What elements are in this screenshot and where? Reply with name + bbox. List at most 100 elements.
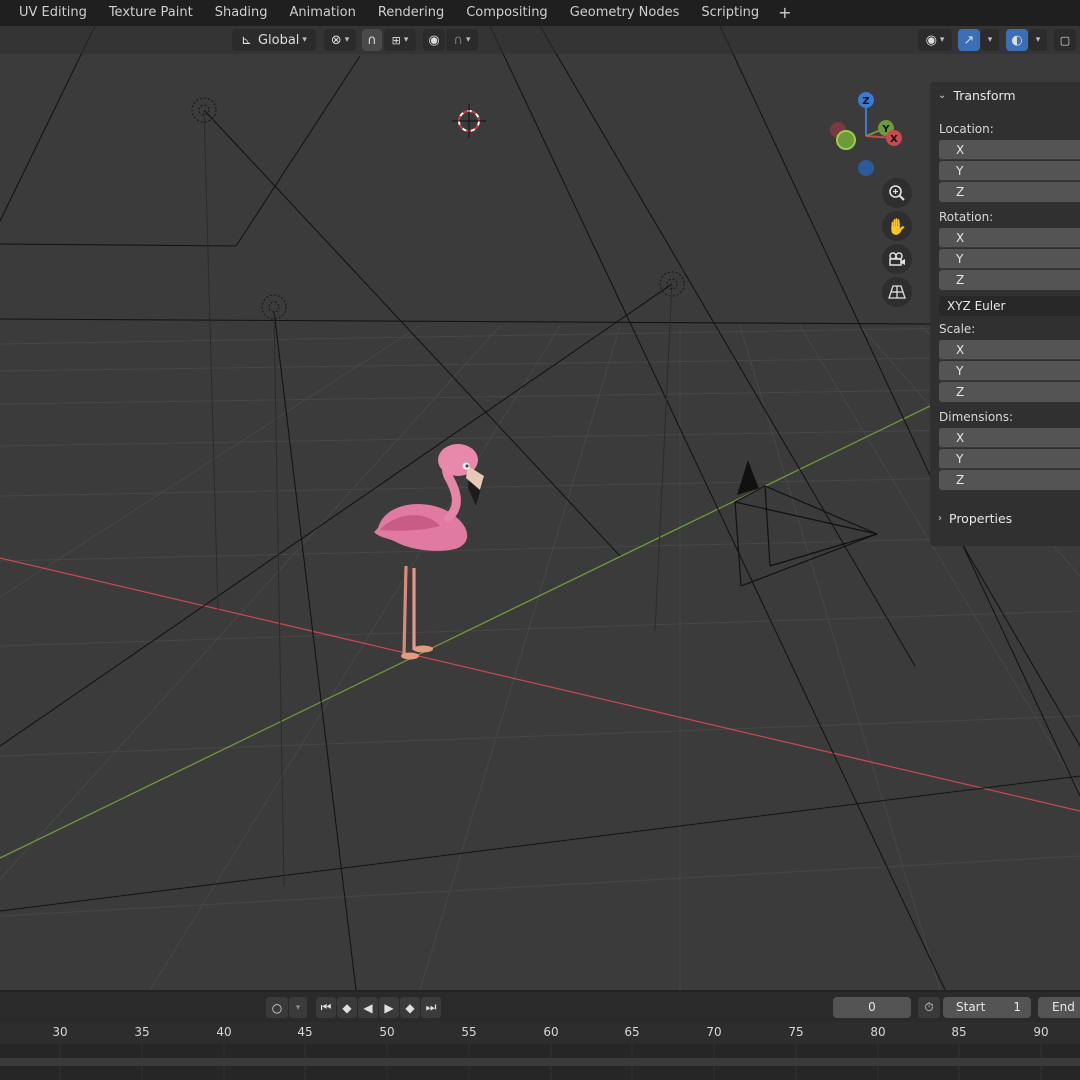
- tab-animation[interactable]: Animation: [279, 0, 367, 26]
- chevron-down-icon: ▾: [987, 35, 993, 45]
- jump-prev-keyframe-button[interactable]: ◆: [337, 997, 357, 1018]
- location-x-field[interactable]: X: [939, 140, 1080, 160]
- falloff-curve-icon: ∩: [453, 32, 463, 48]
- pivot-point-dropdown[interactable]: ⊗ ▾: [324, 29, 356, 51]
- scale-z-field[interactable]: Z: [939, 382, 1080, 402]
- ruler-tick: 50: [379, 1025, 395, 1039]
- chevron-down-icon: ▾: [295, 1002, 301, 1013]
- ruler-tick: 30: [52, 1025, 68, 1039]
- 3d-cursor-icon: [452, 104, 486, 138]
- ruler-tick: 55: [461, 1025, 477, 1039]
- rotation-z-field[interactable]: Z: [939, 270, 1080, 290]
- gizmo-toggle-button[interactable]: ↗: [958, 29, 980, 51]
- tab-uv-editing[interactable]: UV Editing: [0, 0, 98, 26]
- keying-options-dropdown[interactable]: ▾: [289, 997, 307, 1018]
- pan-button[interactable]: ✋: [882, 211, 912, 241]
- start-frame-field[interactable]: Start 1: [943, 997, 1031, 1018]
- current-frame-field[interactable]: 0: [833, 997, 911, 1018]
- play-button[interactable]: ▶: [379, 997, 399, 1018]
- rotation-x-field[interactable]: X: [939, 228, 1080, 248]
- jump-to-start-button[interactable]: ⏮: [316, 997, 336, 1018]
- scale-y-field[interactable]: Y: [939, 361, 1080, 381]
- play-reverse-icon: ◀: [363, 1000, 373, 1015]
- properties-panel-header[interactable]: › Properties: [938, 508, 1012, 530]
- rotation-mode-dropdown[interactable]: XYZ Euler: [939, 296, 1080, 316]
- dimensions-y-field[interactable]: Y: [939, 449, 1080, 469]
- dimensions-label: Dimensions:: [939, 410, 1014, 424]
- end-frame-field[interactable]: End: [1038, 997, 1080, 1018]
- dimensions-x-field[interactable]: X: [939, 428, 1080, 448]
- timeline-grid: [0, 1044, 1080, 1080]
- 3d-viewport[interactable]: ⊾ Global ▾ ⊗ ▾ ∩ ⊞ ▾ ◉ ∩ ▾ ◉ ▾ ↗ ▾ ◐ ▾ ▢…: [0, 26, 1080, 990]
- ruler-tick: 75: [788, 1025, 804, 1039]
- overlay-icon: ◐: [1011, 32, 1023, 48]
- tab-geometry-nodes[interactable]: Geometry Nodes: [559, 0, 691, 26]
- gizmo-options-dropdown[interactable]: ▾: [981, 29, 999, 51]
- start-label: Start: [956, 1000, 986, 1014]
- transform-orientation-dropdown[interactable]: ⊾ Global ▾: [232, 29, 316, 51]
- transform-panel-header[interactable]: ⌄ Transform: [938, 85, 1016, 107]
- ruler-tick: 85: [951, 1025, 967, 1039]
- chevron-down-icon: ▾: [1035, 35, 1041, 45]
- visibility-dropdown[interactable]: ◉ ▾: [918, 29, 952, 51]
- ruler-tick: 35: [134, 1025, 150, 1039]
- chevron-down-icon: ▾: [302, 35, 307, 45]
- chevron-down-icon: ▾: [939, 35, 945, 45]
- gizmo-neg-z[interactable]: [858, 160, 874, 176]
- location-y-field[interactable]: Y: [939, 161, 1080, 181]
- tab-compositing[interactable]: Compositing: [455, 0, 559, 26]
- transform-orientation-label: Global: [257, 32, 300, 48]
- timeline-editor: ○ ▾ ⏮ ◆ ◀ ▶ ◆ ⏭ 0 ⏱ Start 1 End 30 35 40…: [0, 990, 1080, 1080]
- proportional-editing-icon: ◉: [428, 32, 440, 48]
- viewport-header: ⊾ Global ▾ ⊗ ▾ ∩ ⊞ ▾ ◉ ∩ ▾ ◉ ▾ ↗ ▾ ◐ ▾ ▢: [0, 26, 1080, 54]
- add-workspace-button[interactable]: +: [770, 0, 799, 26]
- snap-target-dropdown[interactable]: ⊞ ▾: [384, 29, 416, 51]
- jump-to-end-button[interactable]: ⏭: [421, 997, 441, 1018]
- gizmo-z-label: Z: [862, 96, 869, 107]
- rotation-y-field[interactable]: Y: [939, 249, 1080, 269]
- location-z-field[interactable]: Z: [939, 182, 1080, 202]
- ruler-tick: 65: [624, 1025, 640, 1039]
- navigation-gizmo[interactable]: Z Y X: [820, 88, 920, 188]
- ruler-tick: 45: [297, 1025, 313, 1039]
- camera-view-button[interactable]: [882, 244, 912, 274]
- snap-toggle-button[interactable]: ∩: [362, 29, 382, 51]
- overlay-toggle-button[interactable]: ◐: [1006, 29, 1028, 51]
- tab-shading[interactable]: Shading: [204, 0, 279, 26]
- gizmo-neg-y[interactable]: [836, 130, 856, 150]
- magnet-snap-icon: ∩: [367, 32, 377, 48]
- pan-hand-icon: ✋: [887, 216, 907, 236]
- perspective-toggle-button[interactable]: [882, 277, 912, 307]
- timeline-keyframe-area[interactable]: [0, 1044, 1080, 1080]
- overlay-options-dropdown[interactable]: ▾: [1029, 29, 1047, 51]
- auto-keying-toggle[interactable]: ○: [266, 997, 288, 1018]
- camera-view-icon: [889, 252, 905, 266]
- ruler-tick: 80: [870, 1025, 886, 1039]
- snap-increment-icon: ⊞: [391, 33, 401, 47]
- dimensions-z-field[interactable]: Z: [939, 470, 1080, 490]
- play-reverse-button[interactable]: ◀: [358, 997, 378, 1018]
- chevron-down-icon: ▾: [403, 35, 409, 45]
- preview-range-toggle[interactable]: ⏱: [918, 997, 940, 1018]
- scale-label: Scale:: [939, 322, 976, 336]
- jump-next-keyframe-button[interactable]: ◆: [400, 997, 420, 1018]
- end-label: End: [1052, 1000, 1075, 1014]
- timeline-ruler[interactable]: 30 35 40 45 50 55 60 65 70 75 80 85 90: [0, 1022, 1080, 1044]
- tab-texture-paint[interactable]: Texture Paint: [98, 0, 204, 26]
- chevron-down-icon: ▾: [465, 35, 471, 45]
- workspace-tab-bar: UV Editing Texture Paint Shading Animati…: [0, 0, 1080, 26]
- rotation-label: Rotation:: [939, 210, 994, 224]
- tab-scripting[interactable]: Scripting: [690, 0, 770, 26]
- ruler-tick: 90: [1033, 1025, 1049, 1039]
- ruler-tick: 60: [543, 1025, 559, 1039]
- proportional-editing-toggle[interactable]: ◉: [423, 29, 445, 51]
- scale-x-field[interactable]: X: [939, 340, 1080, 360]
- chevron-down-icon: ▾: [344, 35, 350, 45]
- start-value: 1: [1013, 1000, 1021, 1014]
- properties-title: Properties: [949, 511, 1013, 526]
- zoom-button[interactable]: [882, 178, 912, 208]
- xray-toggle-button[interactable]: ▢: [1054, 29, 1076, 51]
- ruler-tick: 40: [216, 1025, 232, 1039]
- proportional-falloff-dropdown[interactable]: ∩ ▾: [446, 29, 478, 51]
- tab-rendering[interactable]: Rendering: [367, 0, 455, 26]
